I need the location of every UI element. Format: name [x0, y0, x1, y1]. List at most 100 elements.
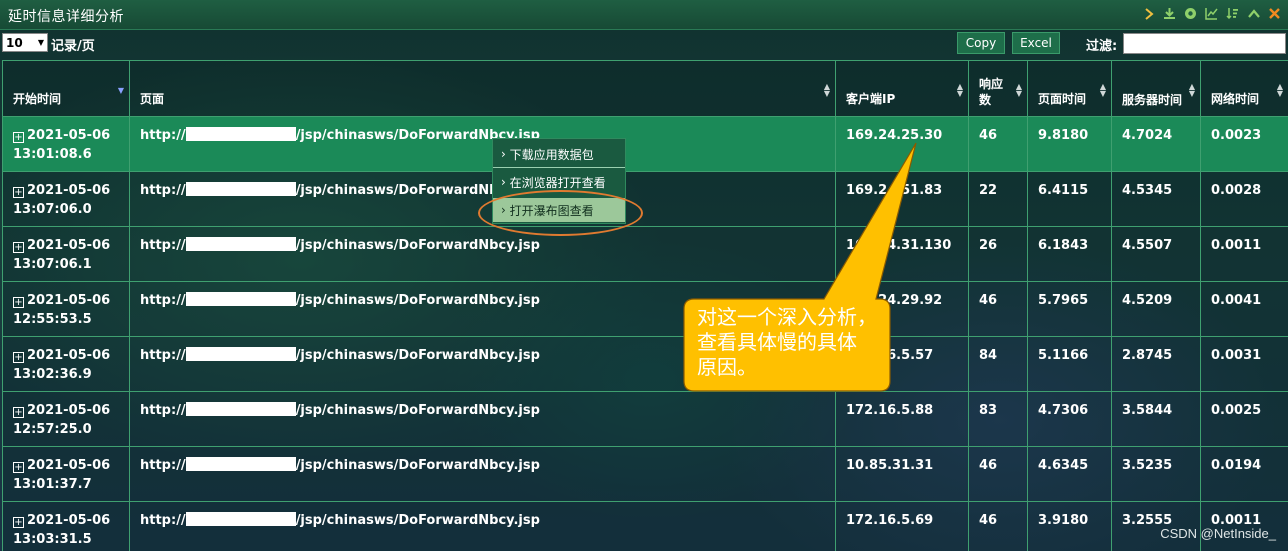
table-row[interactable]: +2021-05-06 12:57:25.0 http:///jsp/chinasw…	[2, 391, 1288, 447]
redaction-mask	[185, 292, 296, 306]
cell-start-time: +2021-05-06 13:01:37.7	[2, 446, 130, 502]
table-row[interactable]: +2021-05-06 13:03:31.5 http:///jsp/chinasw…	[2, 501, 1288, 551]
table-row[interactable]: +2021-05-06 13:01:37.7 http:///jsp/chinasw…	[2, 446, 1288, 502]
cell-client-ip: 169.24.51.83	[835, 171, 969, 227]
cell-start-time: +2021-05-06 12:55:53.5	[2, 281, 130, 337]
column-header-server-time[interactable]: 服务器时间 ▲ ▼	[1111, 60, 1201, 117]
cell-start-time: +2021-05-06 13:01:08.6	[2, 116, 130, 172]
cell-responses: 46	[968, 116, 1028, 172]
redaction-mask	[185, 237, 296, 251]
table-row[interactable]: +2021-05-06 13:02:36.9 http:///jsp/chinasw…	[2, 336, 1288, 392]
redaction-mask	[185, 402, 296, 416]
close-icon[interactable]	[1267, 6, 1282, 21]
expand-icon[interactable]: +	[13, 297, 24, 308]
redaction-mask	[185, 182, 296, 196]
menu-item-download-package[interactable]: › 下载应用数据包	[493, 142, 625, 166]
expand-icon[interactable]: +	[13, 242, 24, 253]
cell-page-time: 4.6345	[1027, 446, 1112, 502]
callout-text: 对这一个深入分析， 查看具体慢的具体 原因。	[697, 305, 877, 379]
cell-start-time: +2021-05-06 13:07:06.0	[2, 171, 130, 227]
cell-server-time: 3.5235	[1111, 446, 1201, 502]
cell-server-time: 4.5507	[1111, 226, 1201, 282]
cell-responses: 84	[968, 336, 1028, 392]
page-size-select[interactable]: 10 ▼	[2, 33, 48, 52]
copy-button[interactable]: Copy	[957, 32, 1005, 54]
excel-button[interactable]: Excel	[1012, 32, 1060, 54]
cell-start-time: +2021-05-06 13:03:31.5	[2, 501, 130, 551]
cell-page-time: 5.7965	[1027, 281, 1112, 337]
table-row[interactable]: +2021-05-06 13:07:06.0 http:///jsp/chinasw…	[2, 171, 1288, 227]
expand-icon[interactable]: +	[13, 187, 24, 198]
column-header-page[interactable]: 页面 ▲ ▼	[129, 60, 836, 117]
cell-client-ip: 172.16.5.69	[835, 501, 969, 551]
cell-start-time: +2021-05-06 12:57:25.0	[2, 391, 130, 447]
cell-page-time: 6.1843	[1027, 226, 1112, 282]
table-row[interactable]: +2021-05-06 13:01:08.6 http:///jsp/chinasw…	[2, 116, 1288, 172]
cell-network-time: 0.0011	[1200, 226, 1288, 282]
sort-icon[interactable]	[1225, 6, 1240, 21]
cell-responses: 46	[968, 446, 1028, 502]
cell-page-url: http:///jsp/chinasws/DoForwardNbcy.jsp	[129, 446, 836, 502]
window-titlebar: 延时信息详细分析	[0, 0, 1288, 30]
cell-server-time: 3.5844	[1111, 391, 1201, 447]
cell-server-time: 4.5209	[1111, 281, 1201, 337]
redaction-mask	[185, 347, 296, 361]
expand-icon[interactable]: +	[13, 407, 24, 418]
cell-responses: 83	[968, 391, 1028, 447]
sort-icon: ▲ ▼	[1015, 82, 1022, 98]
chevron-up-icon[interactable]	[1246, 6, 1261, 21]
chevron-down-icon: ▼	[37, 38, 44, 47]
download-icon[interactable]	[1162, 6, 1177, 21]
cell-network-time: 0.0031	[1200, 336, 1288, 392]
sort-desc-icon: ▼	[117, 86, 124, 95]
cell-page-url: http:///jsp/chinasws/DoForwardNbcy.jsp	[129, 226, 836, 282]
window-title: 延时信息详细分析	[8, 9, 124, 25]
filter-input[interactable]	[1123, 33, 1286, 54]
sort-icon: ▲ ▼	[956, 82, 963, 98]
sort-icon: ▲ ▼	[823, 82, 830, 98]
redaction-mask	[185, 457, 296, 471]
table-row[interactable]: +2021-05-06 12:55:53.5 http:///jsp/chinasw…	[2, 281, 1288, 337]
cell-network-time: 0.0023	[1200, 116, 1288, 172]
cell-page-time: 5.1166	[1027, 336, 1112, 392]
cell-responses: 22	[968, 171, 1028, 227]
cell-responses: 46	[968, 501, 1028, 551]
chevron-right-icon[interactable]	[1141, 6, 1156, 21]
sort-icon: ▲ ▼	[1276, 82, 1283, 98]
cell-server-time: 2.8745	[1111, 336, 1201, 392]
column-header-page-time[interactable]: 页面时间 ▲ ▼	[1027, 60, 1112, 117]
latency-table: 开始时间 ▼ 页面 ▲ ▼ 客户端IP ▲ ▼ 响应数 ▲ ▼ 页面时间 ▲ ▼ 服务器时间 ▲ ▼ …	[2, 60, 1288, 551]
cell-client-ip: 10.85.31.31	[835, 446, 969, 502]
cell-client-ip: 169.24.25.30	[835, 116, 969, 172]
table-header-row: 开始时间 ▼ 页面 ▲ ▼ 客户端IP ▲ ▼ 响应数 ▲ ▼ 页面时间 ▲ ▼ 服务器时间 ▲ ▼ …	[2, 60, 1288, 117]
sort-icon: ▲ ▼	[1188, 82, 1195, 98]
cell-client-ip: 172.16.5.88	[835, 391, 969, 447]
filter-label: 过滤:	[1086, 39, 1118, 54]
cell-page-time: 6.4115	[1027, 171, 1112, 227]
cell-page-url: http:///jsp/chinasws/DoForwardNbcy.jsp	[129, 391, 836, 447]
line-chart-icon[interactable]	[1204, 6, 1219, 21]
cell-page-time: 3.9180	[1027, 501, 1112, 551]
cell-network-time: 0.0041	[1200, 281, 1288, 337]
expand-icon[interactable]: +	[13, 462, 24, 473]
expand-icon[interactable]: +	[13, 517, 24, 528]
table-row[interactable]: +2021-05-06 13:07:06.1 http:///jsp/chinasw…	[2, 226, 1288, 282]
globe-icon[interactable]	[1183, 6, 1198, 21]
expand-icon[interactable]: +	[13, 132, 24, 143]
menu-divider	[493, 167, 625, 168]
cell-start-time: +2021-05-06 13:02:36.9	[2, 336, 130, 392]
expand-icon[interactable]: +	[13, 352, 24, 363]
cell-network-time: 0.0028	[1200, 171, 1288, 227]
column-header-start-time[interactable]: 开始时间 ▼	[2, 60, 130, 117]
column-header-network-time[interactable]: 网络时间 ▲ ▼	[1200, 60, 1288, 117]
title-icons	[1141, 6, 1282, 21]
column-header-responses[interactable]: 响应数 ▲ ▼	[968, 60, 1028, 117]
per-page-label: 记录/页	[51, 39, 95, 54]
cell-responses: 46	[968, 281, 1028, 337]
cell-network-time: 0.0025	[1200, 391, 1288, 447]
cell-server-time: 4.7024	[1111, 116, 1201, 172]
cell-page-url: http:///jsp/chinasws/DoForwardNbcy.jsp	[129, 501, 836, 551]
column-header-client-ip[interactable]: 客户端IP ▲ ▼	[835, 60, 969, 117]
cell-network-time: 0.0194	[1200, 446, 1288, 502]
redaction-mask	[185, 512, 296, 526]
